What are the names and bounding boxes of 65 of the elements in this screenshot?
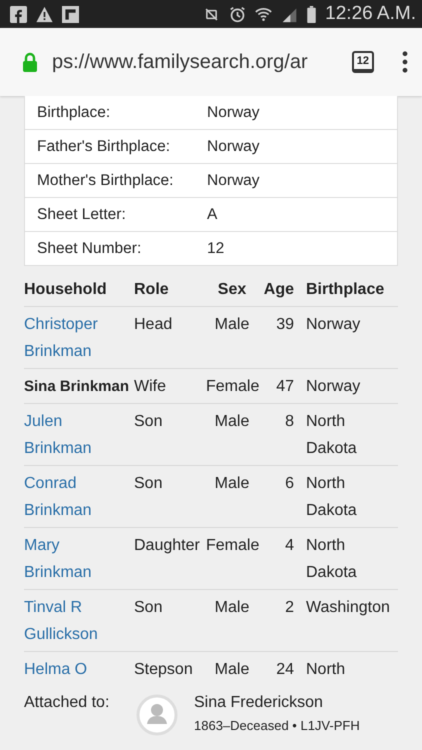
attached-label: Attached to: bbox=[24, 694, 110, 712]
table-cell-text: Male bbox=[214, 412, 250, 432]
facebook-icon bbox=[10, 6, 27, 22]
avatar-icon bbox=[136, 694, 178, 736]
table-cell-text: North Dakota bbox=[305, 474, 358, 521]
table-cell-text: Wife bbox=[134, 377, 167, 397]
table-cell-text: Male bbox=[214, 660, 250, 680]
column-header: Age bbox=[262, 280, 294, 300]
column-header: Sex bbox=[216, 280, 248, 300]
clock-time: 12:26 A.M. bbox=[325, 3, 416, 25]
person-link[interactable]: Christoper Brinkman bbox=[24, 311, 130, 365]
person-details: 1863–Deceased • L1JV-PFH bbox=[194, 718, 360, 733]
person-link[interactable]: Tinval R Gullickson bbox=[24, 594, 130, 648]
table-cell-text: North Dakota bbox=[305, 412, 358, 459]
table-cell-text: Male bbox=[214, 598, 250, 618]
person-link[interactable]: Julen Brinkman bbox=[24, 408, 130, 462]
table-cell-text: 8 bbox=[284, 412, 294, 432]
table-cell-text: 39 bbox=[275, 315, 294, 335]
warning-icon bbox=[36, 6, 53, 22]
column-header: Birthplace bbox=[305, 280, 386, 300]
table-cell-text: Norway bbox=[305, 377, 362, 397]
table-cell-text: Norway bbox=[305, 315, 362, 335]
tab-count-button[interactable]: 12 bbox=[352, 51, 374, 73]
table-cell-text: Stepson bbox=[134, 660, 194, 680]
table-cell-text: Male bbox=[214, 474, 250, 494]
fact-label: Sheet Letter: bbox=[37, 206, 127, 224]
table-cell-text: North Dakota bbox=[305, 536, 358, 583]
fact-label: Sheet Number: bbox=[37, 240, 142, 258]
fact-label: Father's Birthplace: bbox=[37, 138, 172, 156]
address-field[interactable]: ps://www.familysearch.org/ar bbox=[52, 50, 342, 74]
person-link[interactable]: Helma O bbox=[24, 656, 130, 683]
fact-label: Mother's Birthplace: bbox=[37, 172, 174, 190]
table-cell-text: 47 bbox=[275, 377, 294, 397]
person-name[interactable]: Sina Frederickson bbox=[194, 694, 360, 712]
person-link[interactable]: Conrad Brinkman bbox=[24, 470, 130, 524]
person-name: Sina Brinkman bbox=[24, 377, 130, 397]
table-cell-text: Head bbox=[134, 315, 174, 335]
table-cell-text: North bbox=[305, 660, 346, 680]
fact-value: A bbox=[207, 206, 218, 224]
fact-value: Norway bbox=[207, 138, 260, 156]
table-cell-text: 2 bbox=[284, 598, 294, 618]
wifi-icon bbox=[255, 6, 272, 22]
lock-icon bbox=[22, 52, 38, 72]
table-cell-text: Son bbox=[134, 412, 164, 432]
signal-icon bbox=[281, 6, 298, 22]
table-cell-text: 24 bbox=[275, 660, 294, 680]
table-cell-text: Daughter bbox=[134, 536, 201, 556]
table-cell-text: 6 bbox=[284, 474, 294, 494]
table-cell-text: Son bbox=[134, 598, 164, 618]
table-cell-text: Female bbox=[206, 536, 258, 556]
fact-label: Birthplace: bbox=[37, 104, 112, 122]
person-link[interactable]: Mary Brinkman bbox=[24, 532, 130, 586]
fact-value: Norway bbox=[207, 172, 260, 190]
table-cell-text: Washington bbox=[305, 598, 391, 618]
battery-icon bbox=[307, 6, 316, 22]
fact-value: Norway bbox=[207, 104, 260, 122]
column-header: Household bbox=[24, 280, 108, 300]
table-cell-text: Female bbox=[206, 377, 258, 397]
alarm-icon bbox=[229, 6, 246, 22]
table-cell-text: 4 bbox=[284, 536, 294, 556]
fact-value: 12 bbox=[207, 240, 224, 258]
column-header: Role bbox=[134, 280, 170, 300]
menu-icon[interactable] bbox=[402, 51, 408, 73]
table-cell-text: Son bbox=[134, 474, 164, 494]
table-cell-text: Male bbox=[214, 315, 250, 335]
